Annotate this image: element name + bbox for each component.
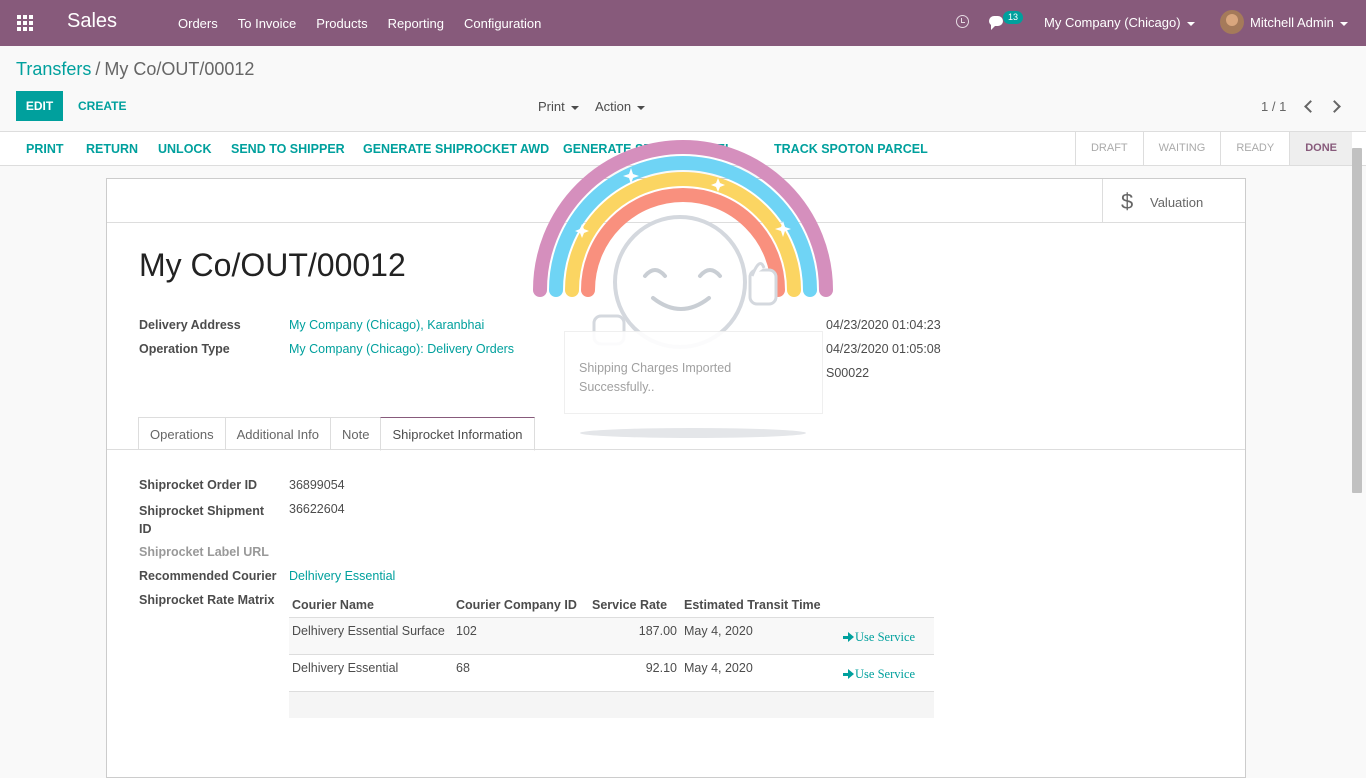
menu-orders[interactable]: Orders: [168, 16, 228, 31]
dollar-icon: $: [1121, 189, 1134, 214]
caret-down-icon: [637, 105, 646, 110]
page-scrollbar[interactable]: [1352, 148, 1362, 493]
action-dropdown[interactable]: Action: [595, 99, 646, 114]
generate-shiprocket-awd-button[interactable]: GENERATE SHIPROCKET AWD: [363, 142, 549, 156]
stage-done: DONE: [1289, 132, 1352, 165]
company-switcher[interactable]: My Company (Chicago): [1044, 15, 1195, 30]
transit-time-cell: May 4, 2020: [684, 661, 753, 675]
menu-products[interactable]: Products: [306, 16, 377, 31]
valuation-label: Valuation: [1150, 195, 1204, 210]
caret-down-icon: [1339, 21, 1348, 26]
table-header: Courier Name Courier Company ID Service …: [289, 591, 934, 618]
notebook-tabs: Operations Additional Info Note Shiprock…: [138, 417, 535, 451]
print-dropdown-label: Print: [538, 99, 565, 114]
company-id-cell: 68: [456, 661, 470, 675]
pager-next-icon[interactable]: [1329, 96, 1343, 116]
stage-draft: DRAFT: [1074, 132, 1143, 165]
action-dropdown-label: Action: [595, 99, 632, 114]
tab-additional-info[interactable]: Additional Info: [224, 417, 331, 450]
caret-down-icon: [570, 105, 579, 110]
table-row: Delhivery Essential Surface 102 187.00 M…: [289, 618, 934, 655]
table-row: Delhivery Essential 68 92.10 May 4, 2020…: [289, 655, 934, 692]
column-courier-name: Courier Name: [292, 598, 374, 612]
caret-down-icon: [1186, 21, 1195, 26]
messages-chat-icon[interactable]: [989, 16, 1003, 30]
app-name[interactable]: Sales: [67, 10, 117, 33]
pager-value[interactable]: 1 / 1: [1261, 99, 1286, 114]
stage-waiting: WAITING: [1142, 132, 1221, 165]
table-footer: [289, 692, 934, 718]
tab-shiprocket-information[interactable]: Shiprocket Information: [380, 417, 535, 451]
use-service-button[interactable]: Use Service: [843, 667, 915, 682]
record-title: My Co/OUT/00012: [139, 247, 406, 283]
column-estimated-transit-time: Estimated Transit Time: [684, 598, 821, 612]
print-header-button[interactable]: PRINT: [26, 142, 64, 156]
use-service-label: Use Service: [855, 667, 916, 681]
edit-button[interactable]: EDIT: [16, 91, 63, 121]
menu-to-invoice[interactable]: To Invoice: [228, 16, 307, 31]
success-notification: Shipping Charges Imported Successfully..: [564, 331, 823, 414]
main-menu: Orders To Invoice Products Reporting Con…: [168, 0, 551, 46]
unlock-button[interactable]: UNLOCK: [158, 142, 211, 156]
delivery-address-label: Delivery Address: [139, 318, 241, 332]
notification-message: Shipping Charges Imported Successfully..: [579, 361, 732, 394]
transit-time-cell: May 4, 2020: [684, 624, 753, 638]
user-avatar[interactable]: [1220, 10, 1244, 34]
top-navbar: Sales Orders To Invoice Products Reporti…: [0, 0, 1366, 46]
apps-menu-icon[interactable]: [17, 15, 34, 31]
shiprocket-label-url-label: Shiprocket Label URL: [139, 545, 269, 559]
service-rate-cell: 92.10: [645, 661, 677, 675]
message-count-badge: 13: [1003, 11, 1024, 24]
create-button[interactable]: CREATE: [70, 91, 134, 121]
breadcrumb: Transfers / My Co/OUT/00012: [16, 59, 255, 79]
stage-ready: READY: [1220, 132, 1289, 165]
print-dropdown[interactable]: Print: [538, 99, 579, 114]
courier-name-cell: Delhivery Essential: [292, 661, 399, 675]
company-id-cell: 102: [456, 624, 477, 638]
operation-type-label: Operation Type: [139, 342, 230, 356]
activity-clock-icon[interactable]: [956, 15, 969, 28]
arrow-right-icon: [843, 669, 854, 679]
recommended-courier-label: Recommended Courier: [139, 569, 277, 583]
return-button[interactable]: RETURN: [86, 142, 138, 156]
valuation-button[interactable]: $ Valuation: [1102, 179, 1245, 223]
courier-name-cell: Delhivery Essential Surface: [292, 624, 445, 638]
use-service-button[interactable]: Use Service: [843, 630, 915, 645]
user-name: Mitchell Admin: [1250, 15, 1334, 30]
use-service-label: Use Service: [855, 630, 916, 644]
service-rate-cell: 187.00: [638, 624, 677, 638]
tab-note[interactable]: Note: [330, 417, 382, 450]
breadcrumb-current: My Co/OUT/00012: [104, 59, 255, 79]
shiprocket-order-id-label: Shiprocket Order ID: [139, 478, 258, 492]
arrow-right-icon: [843, 632, 854, 642]
company-name: My Company (Chicago): [1044, 15, 1181, 30]
column-courier-company-id: Courier Company ID: [456, 598, 577, 612]
menu-reporting[interactable]: Reporting: [378, 16, 454, 31]
effective-date-value: 04/23/2020 01:05:08: [826, 342, 941, 356]
shiprocket-order-id-value: 36899054: [289, 478, 345, 492]
recommended-courier-link[interactable]: Delhivery Essential: [289, 569, 395, 583]
shiprocket-shipment-id-label: Shiprocket Shipment ID: [139, 504, 265, 536]
shiprocket-rate-matrix-label: Shiprocket Rate Matrix: [139, 593, 275, 607]
delivery-address-link[interactable]: My Company (Chicago), Karanbhai: [289, 318, 484, 332]
send-to-shipper-button[interactable]: SEND TO SHIPPER: [231, 142, 345, 156]
stage-pipeline: DRAFT WAITING READY DONE: [1074, 132, 1352, 165]
column-service-rate: Service Rate: [592, 598, 668, 612]
scheduled-date-value: 04/23/2020 01:04:23: [826, 318, 941, 332]
tab-operations[interactable]: Operations: [138, 417, 226, 450]
shiprocket-shipment-id-value: 36622604: [289, 502, 345, 516]
breadcrumb-transfers[interactable]: Transfers: [16, 59, 91, 79]
pager-previous-icon[interactable]: [1301, 96, 1315, 116]
operation-type-link[interactable]: My Company (Chicago): Delivery Orders: [289, 342, 514, 356]
rate-matrix-table: Courier Name Courier Company ID Service …: [289, 591, 934, 718]
user-menu[interactable]: Mitchell Admin: [1250, 15, 1348, 30]
menu-configuration[interactable]: Configuration: [454, 16, 551, 31]
